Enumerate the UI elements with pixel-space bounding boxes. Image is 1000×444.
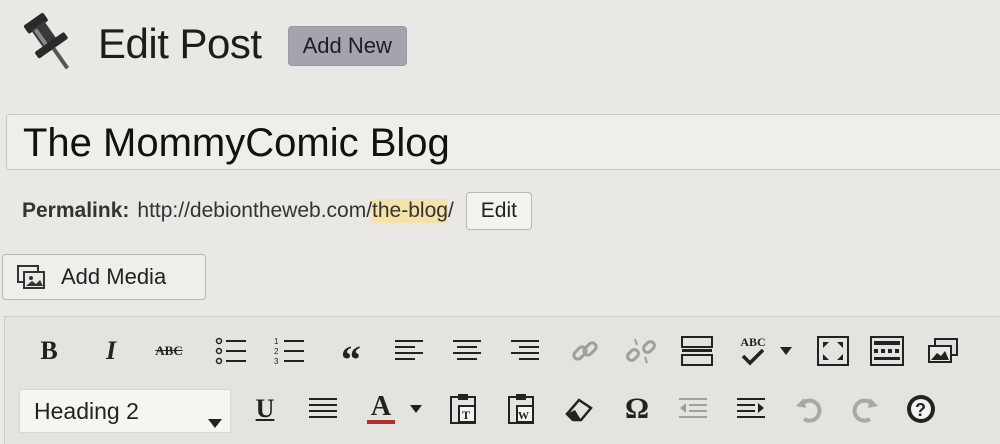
align-right-icon[interactable] [505,331,545,371]
page-header: Edit Post Add New [8,8,407,80]
format-select[interactable]: Heading 2 [19,389,231,433]
underline-icon[interactable]: U [245,389,285,429]
bullet-list-icon[interactable] [211,331,251,371]
media-gallery-icon[interactable] [923,331,963,371]
add-new-button[interactable]: Add New [287,26,407,66]
pushpin-icon [8,9,88,79]
align-center-icon[interactable] [447,331,487,371]
svg-text:3: 3 [274,357,279,366]
add-media-label: Add Media [61,264,167,289]
clear-formatting-icon[interactable] [559,389,599,429]
svg-text:W: W [518,410,529,422]
indent-icon[interactable] [731,389,771,429]
chevron-down-icon [208,407,222,434]
paste-word-icon[interactable]: W [501,389,541,429]
media-icon [17,263,47,291]
permalink-base-url: http://debiontheweb.com/ [137,199,373,222]
text-color-dropdown-icon[interactable] [407,389,425,429]
justify-icon[interactable] [303,389,343,429]
toolbar-row-2: Heading 2 U A T W Ω ? [5,389,1000,433]
align-left-icon[interactable] [389,331,429,371]
text-color-swatch [367,420,395,424]
paste-text-icon[interactable]: T [443,389,483,429]
help-icon[interactable]: ? [901,389,941,429]
text-color-icon[interactable]: A [361,389,401,429]
edit-permalink-button[interactable]: Edit [465,192,532,230]
add-media-button[interactable]: Add Media [2,254,206,300]
bold-icon[interactable]: B [31,331,67,371]
blockquote-icon[interactable]: “ [331,331,371,382]
post-title-input[interactable]: The MommyComic Blog [6,114,1000,170]
text-color-glyph: A [370,391,392,422]
special-character-icon[interactable]: Ω [617,389,657,429]
format-select-value: Heading 2 [34,397,139,424]
insert-link-icon[interactable] [565,331,605,371]
editor-toolbar: B I ABC 1 2 3 “ ABC Heading 2 U A T W Ω … [4,316,1000,444]
fullscreen-icon[interactable] [813,331,853,371]
permalink-slug[interactable]: the-blog [372,199,448,223]
page-title: Edit Post [98,20,262,67]
numbered-list-icon[interactable]: 1 2 3 [269,331,309,371]
redo-icon[interactable] [845,389,885,429]
svg-text:2: 2 [274,347,279,356]
permalink-trailing-slash: / [447,199,454,222]
permalink-row: Permalink: http://debiontheweb.com/the-b… [22,190,532,232]
permalink-label: Permalink: [22,199,130,222]
outdent-icon[interactable] [673,389,713,429]
italic-icon[interactable]: I [93,331,129,371]
svg-text:1: 1 [274,337,279,346]
read-more-icon[interactable] [677,331,717,371]
svg-text:T: T [462,408,470,422]
remove-link-icon[interactable] [621,331,661,371]
undo-icon[interactable] [789,389,829,429]
toolbar-toggle-icon[interactable] [867,331,907,371]
toolbar-row-1: B I ABC 1 2 3 “ ABC [5,331,1000,382]
spellcheck-dropdown-icon[interactable] [777,331,795,371]
svg-text:?: ? [915,400,926,420]
strikethrough-icon[interactable]: ABC [147,331,191,371]
spellcheck-label: ABC [740,335,766,349]
spellcheck-icon[interactable]: ABC [731,331,775,371]
